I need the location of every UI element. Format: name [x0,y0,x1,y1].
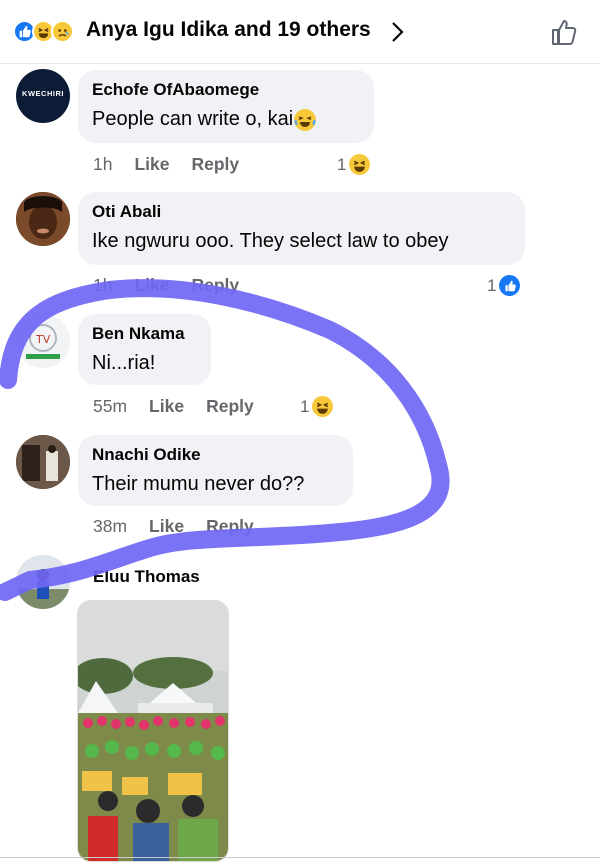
reaction-count-value: 1 [337,154,347,174]
comment-text: Ike ngwuru ooo. They select law to obey [92,230,449,252]
avatar[interactable] [16,192,70,246]
comment-author[interactable]: Oti Abali [92,202,511,222]
comment-text: People can write o, kai [92,108,294,130]
reaction-count-value: 1 [300,396,310,416]
like-button[interactable]: Like [134,154,169,175]
avatar[interactable]: KWECHIRI [16,69,70,123]
tears-of-joy-icon [294,108,317,131]
comment-reaction-count[interactable]: 1 [300,396,334,417]
like-icon [499,275,521,296]
comment-author[interactable]: Echofe OfAbaomege [92,80,360,100]
comment-actions: 1h Like Reply [93,154,239,175]
reply-button[interactable]: Reply [206,396,254,417]
comment-author[interactable]: Ben Nkama [92,324,197,344]
chevron-right-icon[interactable] [388,18,408,46]
like-button[interactable]: Like [149,516,184,537]
sad-icon [51,20,74,43]
comment-time[interactable]: 1h [93,275,112,296]
comment-text: Ni...ria! [92,352,156,374]
svg-text:TV: TV [35,333,51,346]
comment-actions: 38m Like Reply [93,516,254,537]
comment-author[interactable]: Nnachi Odike [92,445,339,465]
comment-photo[interactable] [77,600,229,862]
comment-actions: 55m Like Reply [93,396,254,417]
comment-time[interactable]: 38m [93,516,127,537]
divider [0,857,600,858]
reply-button[interactable]: Reply [192,275,240,296]
haha-icon [349,154,371,175]
comment-bubble[interactable]: Nnachi Odike Their mumu never do?? [78,435,353,506]
comment-text: Their mumu never do?? [92,473,305,495]
avatar[interactable]: TV [16,314,70,368]
reply-button[interactable]: Reply [206,516,254,537]
like-button[interactable]: Like [134,275,169,296]
haha-icon [312,396,334,417]
reply-button[interactable]: Reply [192,154,240,175]
avatar[interactable] [16,555,70,609]
reaction-count-value: 1 [487,275,497,295]
reaction-summary[interactable] [13,20,74,44]
avatar-logo-text: KWECHIRI [22,89,64,98]
comment-bubble[interactable]: Ben Nkama Ni...ria! [78,314,211,385]
comment-actions: 1h Like Reply [93,275,239,296]
reactions-header[interactable]: Anya Igu Idika and 19 others [0,0,600,64]
comment-time[interactable]: 55m [93,396,127,417]
comment-reaction-count[interactable]: 1 [337,154,371,175]
comment-author[interactable]: Eluu Thomas [93,567,200,587]
reactions-title[interactable]: Anya Igu Idika and 19 others [86,18,371,42]
comment-reaction-count[interactable]: 1 [487,275,521,296]
avatar[interactable] [16,435,70,489]
comment-time[interactable]: 1h [93,154,112,175]
comment-bubble[interactable]: Oti Abali Ike ngwuru ooo. They select la… [78,192,525,265]
like-button[interactable]: Like [149,396,184,417]
like-outline-icon[interactable] [550,17,580,47]
comment-bubble[interactable]: Echofe OfAbaomege People can write o, ka… [78,70,374,143]
